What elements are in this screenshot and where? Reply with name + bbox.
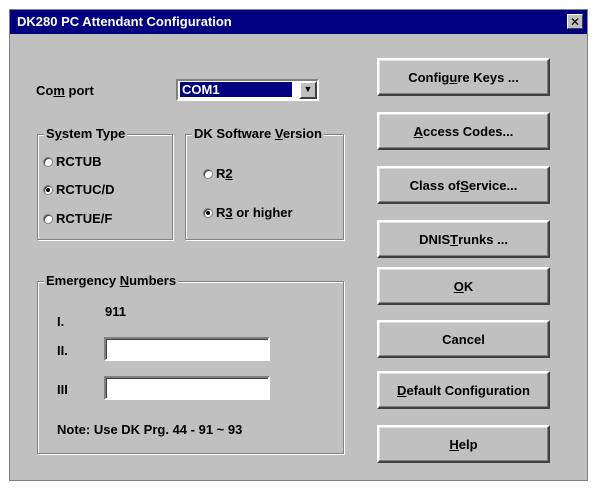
emergency-label-1: I. [57, 314, 65, 329]
help-button[interactable]: Help [377, 425, 550, 463]
access-codes-button[interactable]: Access Codes... [377, 112, 550, 150]
radio-r2[interactable]: R2 [203, 166, 233, 181]
config-dialog: DK280 PC Attendant Configuration ✕ Com p… [9, 9, 588, 481]
emergency-number-2-input[interactable] [104, 337, 270, 361]
radio-button-icon [43, 156, 53, 167]
configure-keys-button[interactable]: Config u re Keys ... [377, 58, 550, 96]
title-bar: DK280 PC Attendant Configuration ✕ [10, 10, 587, 34]
emergency-note: Note: Use DK Prg. 44 - 91 ~ 93 [57, 422, 243, 437]
radio-rctuef[interactable]: RCTUE/F [43, 211, 112, 226]
dk-software-version-group: DK Software Version [185, 126, 344, 240]
class-of-service-button[interactable]: Class of Service... [377, 166, 550, 204]
chevron-down-icon[interactable]: ▼ [299, 81, 317, 99]
com-port-value: COM1 [180, 82, 292, 97]
com-port-select[interactable]: COM1 ▼ [176, 79, 319, 101]
emergency-number-3-input[interactable] [104, 376, 270, 400]
cancel-button[interactable]: Cancel [377, 320, 550, 358]
radio-button-icon [203, 168, 213, 179]
ok-button[interactable]: OK [377, 267, 550, 305]
radio-button-checked-icon [43, 184, 53, 195]
radio-rctub[interactable]: RCTUB [43, 154, 102, 169]
close-button[interactable]: ✕ [567, 14, 583, 29]
com-port-label: Com port [36, 83, 94, 98]
window-title: DK280 PC Attendant Configuration [17, 14, 232, 29]
radio-button-checked-icon [203, 207, 213, 218]
radio-r3-or-higher[interactable]: R3 or higher [203, 205, 293, 220]
radio-rctucd[interactable]: RCTUC/D [43, 182, 115, 197]
dk-software-version-title: DK Software Version [192, 126, 324, 141]
emergency-label-3: III [57, 382, 68, 397]
emergency-label-2: II. [57, 343, 68, 358]
radio-button-icon [43, 213, 53, 224]
system-type-title: System Type [44, 126, 128, 141]
default-configuration-button[interactable]: Default Configuration [377, 371, 550, 409]
emergency-value-911: 911 [105, 304, 126, 319]
emergency-numbers-title: Emergency Numbers [44, 273, 179, 288]
dnis-trunks-button[interactable]: DNIS Trunks ... [377, 220, 550, 258]
